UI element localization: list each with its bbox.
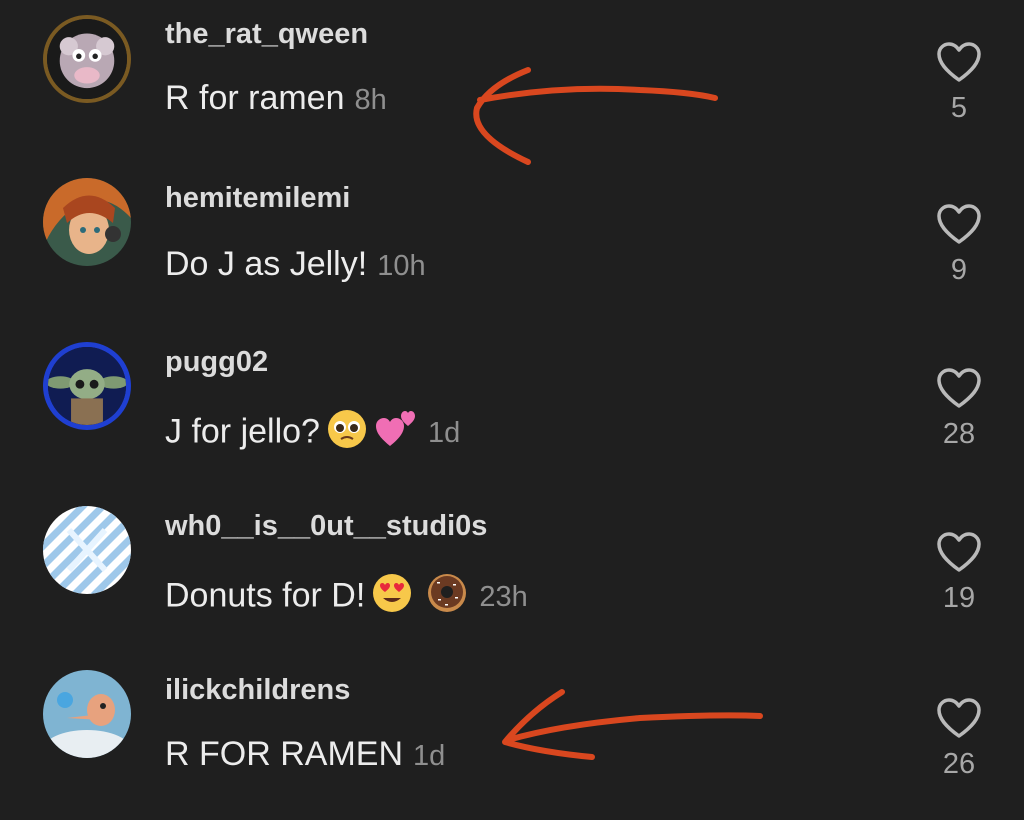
- like-control[interactable]: 28: [933, 366, 985, 451]
- comment-item: wh0__is__0ut__studi0s Donuts for D! 23h 1…: [0, 492, 1024, 656]
- comment-time: 10h: [377, 250, 426, 282]
- comment-item: hemitemilemi Do J as Jelly! 10h 9: [0, 164, 1024, 328]
- comment-text: R FOR RAMEN 1d: [165, 735, 446, 773]
- comment-username[interactable]: pugg02: [165, 346, 268, 379]
- avatar[interactable]: [43, 506, 131, 594]
- like-count: 28: [942, 418, 976, 450]
- like-count: 5: [950, 92, 968, 124]
- comment-username[interactable]: hemitemilemi: [165, 182, 350, 215]
- comment-item: the_rat_qween R for ramen 8h 5: [0, 0, 1024, 164]
- avatar[interactable]: [43, 15, 131, 103]
- like-control[interactable]: 5: [933, 40, 985, 125]
- comment-text: J for jello? 1d: [165, 408, 460, 459]
- doughnut-emoji: [425, 572, 469, 623]
- comment-username[interactable]: wh0__is__0ut__studi0s: [165, 510, 487, 543]
- like-control[interactable]: 19: [933, 530, 985, 615]
- comment-item: ilickchildrens R FOR RAMEN 1d 26: [0, 656, 1024, 820]
- heart-outline-icon[interactable]: [933, 40, 985, 84]
- heart-outline-icon[interactable]: [933, 696, 985, 740]
- pleading-face-emoji: [326, 408, 368, 459]
- comment-text: R for ramen 8h: [165, 79, 387, 117]
- comment-text: Donuts for D! 23h: [165, 572, 528, 623]
- comment-time: 8h: [354, 84, 387, 116]
- like-count: 26: [942, 748, 976, 780]
- baby-yoda-avatar-image: [48, 347, 126, 425]
- heart-outline-icon[interactable]: [933, 366, 985, 410]
- avatar[interactable]: [43, 178, 131, 266]
- avatar[interactable]: [43, 342, 131, 430]
- comment-time: 23h: [479, 581, 528, 614]
- heart-eyes-emoji: [371, 572, 413, 623]
- heart-outline-icon[interactable]: [933, 202, 985, 246]
- cartoon-avatar-image: [43, 670, 131, 758]
- comment-time: 1d: [427, 417, 461, 450]
- like-control[interactable]: 26: [933, 696, 985, 781]
- like-control[interactable]: 9: [933, 202, 985, 287]
- comment-username[interactable]: ilickchildrens: [165, 674, 350, 707]
- two-hearts-emoji: [374, 408, 418, 459]
- avatar[interactable]: [43, 670, 131, 758]
- comment-time: 1d: [413, 740, 446, 772]
- rat-avatar-image: [47, 19, 127, 99]
- like-count: 19: [942, 582, 976, 614]
- comment-username[interactable]: the_rat_qween: [165, 18, 368, 51]
- striped-x-avatar-image: [43, 506, 131, 594]
- anime-girl-avatar-image: [43, 178, 131, 266]
- comment-text: Do J as Jelly! 10h: [165, 245, 426, 283]
- like-count: 9: [950, 254, 968, 286]
- comment-item: pugg02 J for jello? 1d 28: [0, 328, 1024, 492]
- heart-outline-icon[interactable]: [933, 530, 985, 574]
